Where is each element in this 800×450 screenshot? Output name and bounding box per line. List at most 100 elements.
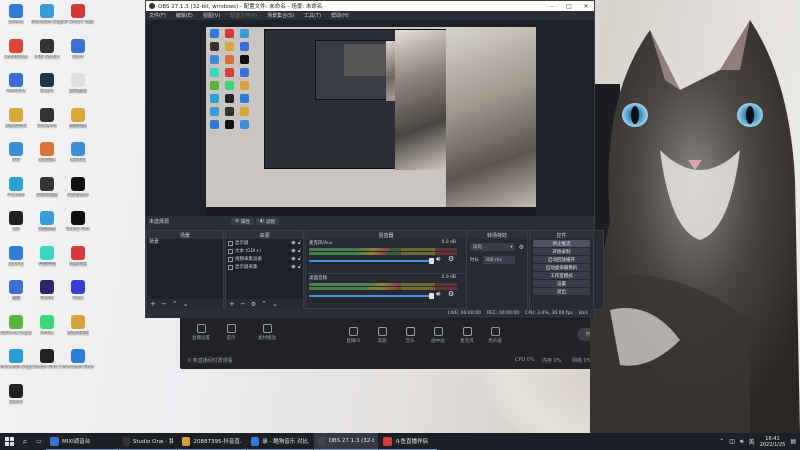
start-recording-button[interactable]: 开始录制 [533, 248, 590, 255]
obs-window[interactable]: OBS 27.1.3 (32-bit, windows) - 配置文件: 未命名… [145, 0, 604, 318]
input-method[interactable]: 英 [749, 437, 755, 446]
start-virtual-camera-button[interactable]: 启动虚拟摄像机 [533, 264, 590, 271]
gear-icon[interactable]: ⚙ [448, 255, 454, 263]
eye-icon[interactable]: ◉ [291, 248, 295, 254]
volume-icon[interactable]: 🔊︎ [740, 438, 744, 446]
gear-icon[interactable]: ⚙ [519, 244, 524, 251]
bg-tool-room[interactable]: 直播间 [338, 327, 368, 344]
menu-file[interactable]: 文件(F) [149, 12, 166, 19]
menu-edit[interactable]: 编辑(E) [176, 12, 193, 19]
menu-profile[interactable]: 配置文件(P) [230, 12, 257, 19]
bg-item-settings[interactable]: 直播设置 [186, 324, 216, 341]
bg-tool-mic[interactable]: 麦克风 [452, 327, 482, 344]
bg-item-media[interactable]: 素材播放 [252, 324, 282, 341]
desktop-shortcut[interactable]: Microsoft Edge [0, 349, 32, 383]
properties-button[interactable]: ⚙ 属性 [231, 218, 255, 225]
search-icon[interactable]: ⌕ [18, 433, 32, 450]
source-item[interactable]: 视频采集设备 ◉ 🔓︎ [226, 255, 303, 263]
desktop-shortcut[interactable]: Office [31, 314, 63, 349]
move-down-icon[interactable]: ⌄ [183, 300, 189, 308]
add-icon[interactable]: + [229, 300, 235, 308]
desktop-shortcut[interactable]: Wallpaper [62, 176, 94, 211]
taskbar-app[interactable]: 20887395-抖音直... [178, 433, 246, 450]
studio-mode-button[interactable]: 工作室模式 [533, 272, 590, 279]
desktop-shortcut[interactable]: cofovis [0, 4, 32, 38]
gear-icon[interactable]: ⚙ [251, 301, 256, 308]
menu-tools[interactable]: 工具(T) [304, 12, 321, 19]
eye-icon[interactable]: ◉ [291, 264, 295, 270]
network-icon[interactable]: ◫ [729, 438, 735, 445]
desktop-shortcut[interactable]: Spotify [0, 245, 32, 280]
scenes-list[interactable]: 场景 [147, 239, 223, 299]
desktop-shortcut[interactable]: GoodNotes [0, 38, 32, 73]
source-item[interactable]: 文本 (GDI+) ◉ 🔓︎ [226, 247, 303, 255]
move-down-icon[interactable]: ⌄ [272, 300, 278, 308]
notification-icon[interactable]: ▤ [790, 438, 796, 445]
scene-item[interactable]: 场景 [147, 239, 223, 246]
volume-fader[interactable] [309, 258, 434, 264]
desktop-shortcut[interactable]: GeForce Experience [0, 314, 32, 349]
desktop-shortcut[interactable]: 录屏软件 [31, 142, 63, 176]
bg-tool-music[interactable]: 音乐 [395, 327, 425, 344]
desktop-shortcut[interactable]: QQ [0, 211, 32, 245]
bg-tool-beauty[interactable]: 美颜 [367, 327, 397, 344]
filters-button[interactable]: ◐ 滤镜 [256, 218, 279, 225]
desktop-shortcut[interactable]: 百度 [0, 280, 32, 314]
lock-icon[interactable]: 🔓︎ [298, 264, 301, 270]
move-up-icon[interactable]: ⌃ [261, 300, 267, 308]
chevron-up-icon[interactable]: ⌃ [719, 438, 724, 445]
maximize-icon[interactable]: □ [561, 1, 577, 11]
lock-icon[interactable]: 🔓︎ [298, 240, 301, 246]
preview-canvas[interactable] [206, 27, 536, 215]
desktop-shortcut[interactable]: Studio One 5 [31, 349, 63, 383]
desktop-shortcut[interactable]: Studio One [62, 211, 94, 245]
taskbar-app[interactable]: 斗鱼直播伴侣 [379, 433, 437, 450]
menu-view[interactable]: 视图(V) [203, 12, 220, 19]
source-item[interactable]: 显示器采集 ◉ 🔓︎ [226, 263, 303, 271]
desktop-shortcut[interactable]: 哔哩哔哩 [31, 245, 63, 280]
sources-list[interactable]: 显示器 ◉ 🔓︎ 文本 (GDI+) ◉ 🔓︎ 视频采集设备 ◉ 🔓︎ 显示器采集 ◉… [226, 239, 303, 299]
desktop-shortcut[interactable]: 腾讯会议 [62, 73, 94, 107]
gear-icon[interactable]: ⚙ [448, 290, 454, 298]
remove-icon[interactable]: − [240, 300, 246, 308]
add-icon[interactable]: + [150, 300, 156, 308]
obs-titlebar[interactable]: OBS 27.1.3 (32-bit, windows) - 配置文件: 未命名… [146, 1, 594, 11]
preview-area[interactable] [146, 20, 594, 216]
desktop-shortcut[interactable]: 腾讯QQ [62, 142, 94, 176]
bg-tool-speaker[interactable]: 扬声器 [480, 327, 510, 344]
source-item[interactable]: 显示器 ◉ 🔓︎ [226, 239, 303, 247]
duration-input[interactable]: 300 ms [483, 256, 515, 264]
minimize-icon[interactable]: – [544, 1, 560, 11]
desktop-shortcut[interactable]: Microsoft Store [62, 349, 94, 383]
start-replay-buffer-button[interactable]: 启动回放缓存 [533, 256, 590, 263]
speaker-icon[interactable]: 🔊︎ [436, 290, 440, 299]
clock[interactable]: 16:41 2022/1/25 [760, 436, 786, 448]
remove-icon[interactable]: − [161, 300, 167, 308]
desktop-shortcut[interactable]: Game [31, 280, 63, 314]
bg-tool-pip[interactable]: 画中画 [423, 327, 453, 344]
desktop-shortcut[interactable]: 记事本 [0, 383, 32, 418]
desktop-shortcut[interactable]: Word [62, 38, 94, 73]
desktop-shortcut[interactable]: 谷歌浏览器 [62, 314, 94, 349]
menu-scene-collection[interactable]: 场景集合(S) [267, 12, 294, 19]
stop-streaming-button[interactable]: 停止推流 [533, 240, 590, 247]
taskbar-app[interactable]: 录 - 酷狗音乐 对比... [247, 433, 313, 450]
desktop-shortcut[interactable]: OBS Studio [31, 38, 63, 73]
taskbar-app[interactable]: Studio One - 我的... [119, 433, 177, 450]
taskbar-app[interactable]: MIXI调音台 [46, 433, 118, 450]
desktop-shortcut[interactable]: Microsoft Edge [31, 4, 63, 38]
desktop-shortcut[interactable]: HP Smart Tasks [62, 4, 94, 38]
bg-item-tips[interactable]: 提示 [216, 324, 246, 341]
desktop-shortcut[interactable]: 阿里云盘 [31, 211, 63, 245]
eye-icon[interactable]: ◉ [291, 240, 295, 246]
desktop-shortcut[interactable]: 钉钉 [0, 142, 32, 176]
desktop-shortcut[interactable]: Trendline [0, 73, 32, 107]
speaker-icon[interactable]: 🔊︎ [436, 255, 440, 264]
lock-icon[interactable]: 🔓︎ [298, 256, 301, 262]
desktop-shortcut[interactable]: 剪映专业版 [31, 176, 63, 211]
move-up-icon[interactable]: ⌃ [172, 300, 178, 308]
lock-icon[interactable]: 🔓︎ [298, 248, 301, 254]
volume-fader[interactable] [309, 293, 434, 299]
close-icon[interactable]: ✕ [578, 1, 594, 11]
transition-select[interactable]: 淡化 ▾ [470, 243, 515, 251]
